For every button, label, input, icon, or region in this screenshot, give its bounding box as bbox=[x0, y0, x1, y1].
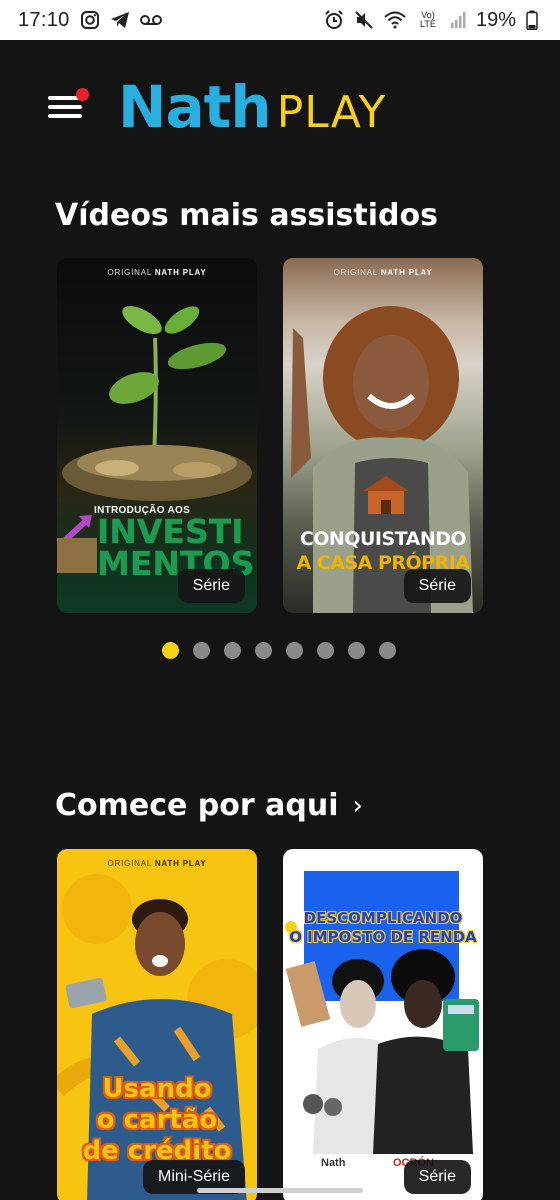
chevron-right-icon: › bbox=[352, 790, 363, 821]
network-label: Vo) LTE bbox=[420, 10, 436, 29]
telegram-icon bbox=[110, 11, 130, 29]
carousel-dot[interactable] bbox=[162, 642, 179, 659]
instagram-icon bbox=[80, 10, 100, 30]
series-badge: Série bbox=[403, 569, 471, 603]
start-here-title[interactable]: Comece por aqui › bbox=[55, 788, 363, 823]
carousel-dot[interactable] bbox=[348, 642, 365, 659]
video-card-investimentos[interactable]: ORIGINAL NATH PLAY INTRODUÇÃO AOS INVEST… bbox=[57, 258, 257, 613]
series-badge: Série bbox=[177, 569, 245, 603]
notification-dot bbox=[76, 88, 89, 101]
carousel-dot[interactable] bbox=[255, 642, 272, 659]
logo-nath-text: Nath bbox=[118, 73, 272, 141]
hamburger-menu-icon-bar bbox=[48, 114, 82, 118]
carousel-dot[interactable] bbox=[317, 642, 334, 659]
card-title-line2: o cartão bbox=[96, 1105, 218, 1135]
signal-icon bbox=[450, 11, 466, 29]
menu-button[interactable] bbox=[44, 84, 90, 124]
two-women-image bbox=[285, 921, 479, 1154]
mute-icon bbox=[354, 10, 374, 30]
card-title: DESCOMPLICANDO O IMPOSTO DE RENDA bbox=[283, 909, 483, 947]
hamburger-menu-icon-bar bbox=[48, 105, 82, 109]
video-card-imposto-renda[interactable]: DESCOMPLICANDO O IMPOSTO DE RENDA Nath O… bbox=[283, 849, 483, 1200]
card-title-line1: CONQUISTANDO bbox=[299, 528, 467, 550]
carousel-dot[interactable] bbox=[286, 642, 303, 659]
video-card-cartao-credito[interactable]: ORIGINAL NATH PLAY Usando o cartão de cr… bbox=[57, 849, 257, 1200]
app-header: Nath PLAY bbox=[0, 40, 560, 180]
carousel-pagination bbox=[162, 642, 396, 659]
nath-financas-logo: Nath bbox=[321, 1157, 346, 1169]
nath-play-logo: Nath PLAY bbox=[118, 76, 386, 138]
card-title: Usando o cartão de crédito bbox=[57, 1074, 257, 1167]
card-title-line1: DESCOMPLICANDO bbox=[303, 909, 463, 927]
carousel-dot[interactable] bbox=[224, 642, 241, 659]
status-bar-right: Vo) LTE 19% bbox=[324, 9, 538, 32]
status-bar: 17:10 Vo) LTE 19% bbox=[0, 0, 560, 40]
status-time: 17:10 bbox=[18, 8, 70, 31]
wifi-icon bbox=[384, 11, 406, 29]
logo-play-text: PLAY bbox=[276, 87, 387, 138]
series-badge: Série bbox=[403, 1160, 471, 1194]
carousel-dot[interactable] bbox=[193, 642, 210, 659]
voicemail-icon bbox=[139, 14, 162, 26]
status-bar-left: 17:10 bbox=[18, 9, 162, 32]
start-here-title-text: Comece por aqui bbox=[55, 788, 339, 823]
gesture-nav-handle[interactable] bbox=[197, 1188, 363, 1193]
card-title-line1: Usando bbox=[102, 1074, 212, 1104]
most-watched-title: Vídeos mais assistidos bbox=[55, 198, 438, 233]
battery-icon bbox=[526, 10, 538, 30]
card-title-line2: O IMPOSTO DE RENDA bbox=[289, 928, 477, 946]
battery-percent: 19% bbox=[475, 8, 516, 31]
alarm-icon bbox=[324, 10, 344, 30]
carousel-dot[interactable] bbox=[379, 642, 396, 659]
most-watched-title-text: Vídeos mais assistidos bbox=[55, 198, 438, 233]
video-card-casa-propria[interactable]: ORIGINAL NATH PLAY CONQUISTANDO A CASA P… bbox=[283, 258, 483, 613]
